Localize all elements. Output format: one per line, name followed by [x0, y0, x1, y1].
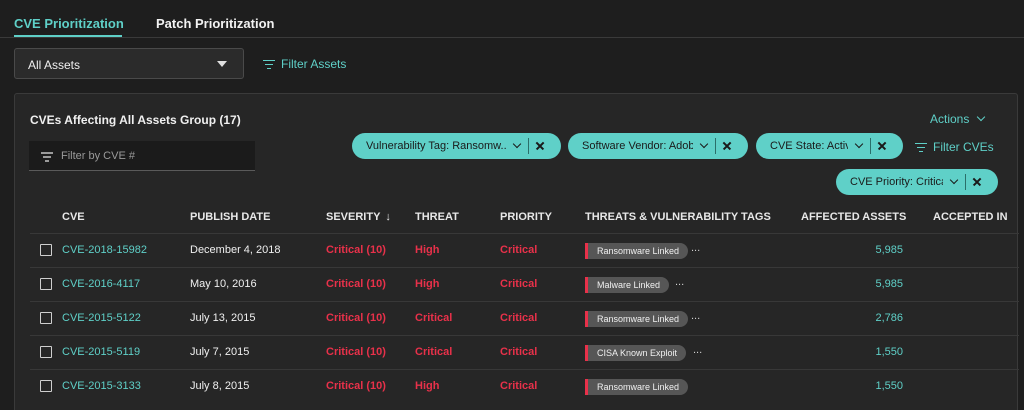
affected-assets-link[interactable]: 1,550 — [843, 346, 903, 358]
filter-icon — [41, 152, 53, 162]
row-checkbox[interactable] — [40, 312, 52, 324]
filter-chip-software-vendor[interactable]: Software Vendor: Adobe — [568, 133, 748, 159]
severity: Critical (10) — [326, 244, 386, 256]
chevron-down-icon[interactable] — [949, 175, 959, 185]
filter-icon — [915, 142, 927, 152]
chevron-down-icon[interactable] — [854, 139, 864, 149]
priority: Critical — [500, 278, 538, 290]
publish-date: July 8, 2015 — [190, 380, 250, 392]
asset-group-select[interactable]: All Assets — [14, 48, 244, 79]
active-tab-indicator — [14, 35, 122, 37]
table-row: CVE-2016-4117 May 10, 2016 Critical (10)… — [30, 267, 1019, 301]
tab-patch-prioritization[interactable]: Patch Prioritization — [156, 16, 274, 31]
priority: Critical — [500, 244, 538, 256]
row-checkbox[interactable] — [40, 244, 52, 256]
chip-label: Software Vendor: Adobe — [582, 140, 693, 152]
actions-label: Actions — [930, 112, 970, 126]
close-icon[interactable] — [966, 169, 988, 195]
column-header-affected-assets[interactable]: AFFECTED ASSETS — [801, 211, 906, 223]
filter-assets-button[interactable]: Filter Assets — [263, 57, 346, 71]
cve-link[interactable]: CVE-2015-5122 — [62, 312, 141, 324]
vulnerability-tag[interactable]: CISA Known Exploit — [585, 345, 687, 361]
more-tags[interactable]: ... — [675, 276, 684, 288]
cve-search-input[interactable] — [61, 148, 241, 164]
publish-date: December 4, 2018 — [190, 244, 281, 256]
more-tags[interactable]: ... — [691, 310, 700, 322]
column-header-severity[interactable]: SEVERITY ↓ — [326, 211, 391, 223]
chip-label: CVE Priority: Critical — [850, 176, 943, 188]
threat: High — [415, 244, 440, 256]
filter-assets-label: Filter Assets — [281, 57, 347, 71]
chevron-down-icon — [977, 112, 986, 122]
column-header-cve[interactable]: CVE — [62, 211, 85, 223]
tab-bar: CVE Prioritization Patch Prioritization — [0, 0, 1024, 38]
publish-date: May 10, 2016 — [190, 278, 257, 290]
chevron-down-icon[interactable] — [699, 139, 709, 149]
affected-assets-link[interactable]: 2,786 — [843, 312, 903, 324]
threat: High — [415, 380, 440, 392]
priority: Critical — [500, 312, 538, 324]
asset-group-select-value: All Assets — [28, 58, 81, 72]
priority: Critical — [500, 380, 538, 392]
severity: Critical (10) — [326, 380, 386, 392]
filter-chip-cve-state[interactable]: CVE State: Active — [756, 133, 903, 159]
panel-title: CVEs Affecting All Assets Group (17) — [30, 113, 241, 127]
close-icon[interactable] — [529, 133, 551, 159]
severity: Critical (10) — [326, 312, 386, 324]
publish-date: July 7, 2015 — [190, 346, 250, 358]
row-checkbox[interactable] — [40, 278, 52, 290]
vulnerability-tag[interactable]: Ransomware Linked — [585, 243, 689, 259]
row-checkbox[interactable] — [40, 346, 52, 358]
sort-descending-icon: ↓ — [385, 211, 391, 223]
vulnerability-tag[interactable]: Malware Linked — [585, 277, 670, 293]
actions-menu-button[interactable]: Actions — [930, 112, 986, 126]
close-icon[interactable] — [716, 133, 738, 159]
table-row: CVE-2015-5122 July 13, 2015 Critical (10… — [30, 301, 1019, 335]
table-row: CVE-2018-15982 December 4, 2018 Critical… — [30, 233, 1019, 267]
affected-assets-link[interactable]: 5,985 — [843, 278, 903, 290]
severity: Critical (10) — [326, 278, 386, 290]
filter-chip-cve-priority[interactable]: CVE Priority: Critical — [836, 169, 998, 195]
priority: Critical — [500, 346, 538, 358]
column-header-publish-date[interactable]: PUBLISH DATE — [190, 211, 270, 223]
chevron-down-icon[interactable] — [512, 139, 522, 149]
column-header-threat[interactable]: THREAT — [415, 211, 459, 223]
publish-date: July 13, 2015 — [190, 312, 256, 324]
affected-assets-link[interactable]: 1,550 — [843, 380, 903, 392]
cve-panel: CVEs Affecting All Assets Group (17) Act… — [14, 93, 1019, 410]
column-header-accepted-in[interactable]: ACCEPTED IN — [933, 211, 1008, 223]
row-checkbox[interactable] — [40, 380, 52, 392]
column-header-severity-label: SEVERITY — [326, 211, 381, 223]
vulnerability-tag[interactable]: Ransomware Linked — [585, 379, 689, 395]
table-header: CVE PUBLISH DATE SEVERITY ↓ THREAT PRIORI… — [15, 204, 1019, 232]
threat: High — [415, 278, 440, 290]
more-tags[interactable]: ... — [693, 344, 702, 356]
tab-cve-prioritization[interactable]: CVE Prioritization — [14, 16, 124, 31]
filter-cves-button[interactable]: Filter CVEs — [915, 140, 994, 154]
caret-down-icon — [217, 61, 227, 67]
filter-chip-vulnerability-tag[interactable]: Vulnerability Tag: Ransomw... — [352, 133, 561, 159]
chip-label: CVE State: Active — [770, 140, 848, 152]
cve-link[interactable]: CVE-2016-4117 — [62, 278, 140, 290]
chip-label: Vulnerability Tag: Ransomw... — [366, 140, 506, 152]
column-header-tags[interactable]: THREATS & VULNERABILITY TAGS — [585, 211, 771, 223]
more-tags[interactable]: ... — [691, 242, 700, 254]
table-row: CVE-2015-3133 July 8, 2015 Critical (10)… — [30, 369, 1019, 403]
close-icon[interactable] — [871, 133, 893, 159]
cve-link[interactable]: CVE-2015-5119 — [62, 346, 140, 358]
column-header-priority[interactable]: PRIORITY — [500, 211, 552, 223]
filter-icon — [263, 59, 275, 69]
affected-assets-link[interactable]: 5,985 — [843, 244, 903, 256]
table-row: CVE-2015-5119 July 7, 2015 Critical (10)… — [30, 335, 1019, 369]
severity: Critical (10) — [326, 346, 386, 358]
cve-link[interactable]: CVE-2015-3133 — [62, 380, 141, 392]
cve-link[interactable]: CVE-2018-15982 — [62, 244, 147, 256]
cve-search-field[interactable] — [29, 141, 255, 171]
threat: Critical — [415, 312, 453, 324]
filter-cves-label: Filter CVEs — [933, 140, 994, 154]
threat: Critical — [415, 346, 453, 358]
vulnerability-tag[interactable]: Ransomware Linked — [585, 311, 689, 327]
